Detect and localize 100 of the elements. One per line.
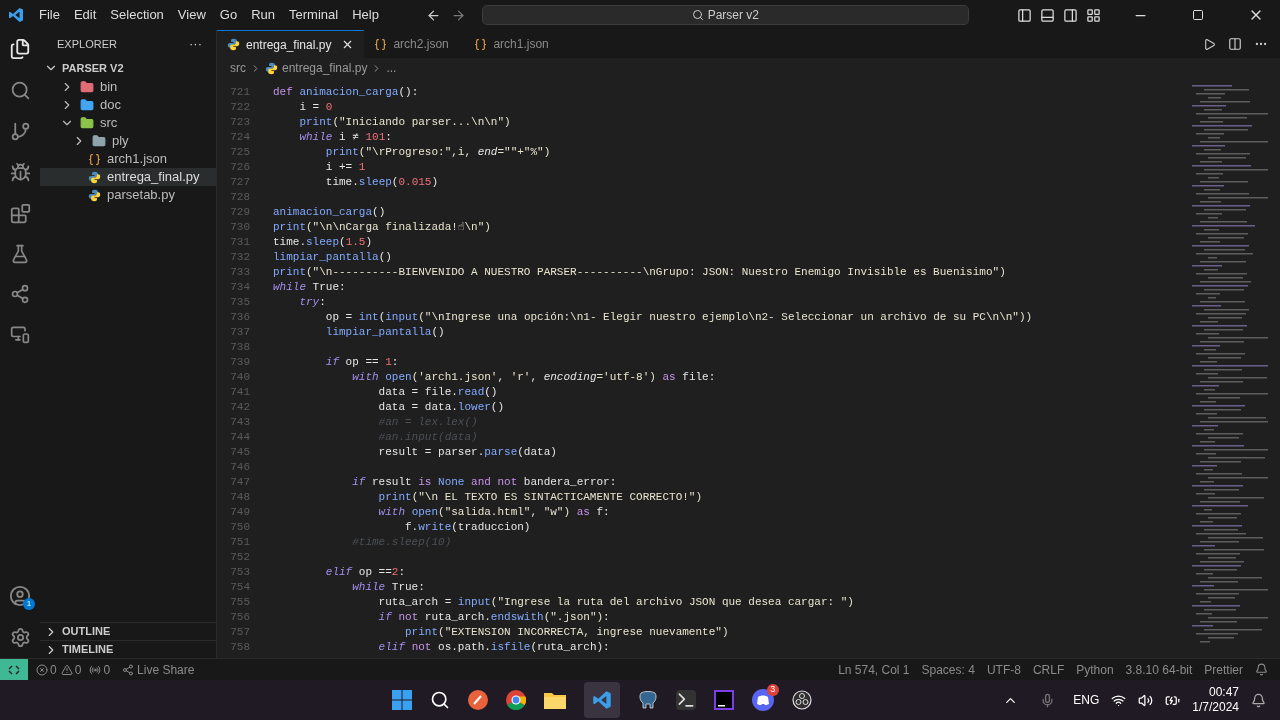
ports-count[interactable]: 0 (103, 660, 111, 679)
line-number: 723 (229, 115, 250, 130)
microphone-icon[interactable] (1040, 692, 1056, 708)
breadcrumb[interactable]: ... (386, 59, 397, 77)
status-item[interactable]: Prettier (1204, 660, 1243, 679)
tree-item[interactable]: parsetab.py (40, 186, 216, 204)
wifi-icon[interactable] (1111, 692, 1127, 708)
clock[interactable]: 00:47 1/7/2024 (1192, 685, 1239, 715)
panel-bottom-icon[interactable] (1040, 7, 1055, 23)
run-debug-icon[interactable] (9, 162, 31, 183)
source-control-icon[interactable] (9, 121, 31, 142)
vscode-logo-icon (8, 7, 24, 23)
command-search-field[interactable]: Parser v2 (481, 5, 969, 25)
line-number: 733 (229, 265, 250, 280)
live-share-icon[interactable] (122, 663, 135, 676)
extensions-icon[interactable] (9, 203, 31, 224)
menu-item[interactable]: Terminal (282, 5, 346, 25)
code-line: if result is None and not bandera_error: (351, 475, 617, 490)
ports-icon[interactable] (89, 663, 102, 676)
tree-item[interactable]: doc (40, 96, 216, 114)
error-count[interactable]: 0 (50, 660, 57, 679)
run-icon[interactable] (1203, 37, 1216, 51)
code-line: try: (298, 295, 326, 310)
bell-icon[interactable] (1251, 692, 1266, 708)
tree-item[interactable]: bin (40, 78, 216, 96)
code-line: print("Iniciando parser...\n\n") (298, 115, 511, 130)
menu-item[interactable]: Go (212, 5, 245, 25)
line-number: 735 (229, 295, 250, 310)
menu-item[interactable]: Selection (103, 5, 171, 25)
elephant-icon[interactable] (637, 690, 658, 710)
status-item[interactable]: 3.8.10 64-bit (1125, 660, 1193, 679)
code-line: print("\n EL TEXTO ES SINTACTICAMENTE CORRECTO!") (377, 490, 703, 505)
back-icon[interactable] (425, 7, 441, 23)
search-icon (691, 9, 704, 21)
recorder-icon[interactable] (791, 690, 812, 710)
split-editor-icon[interactable] (1228, 37, 1242, 51)
menu-item[interactable]: Edit (66, 5, 104, 25)
volume-icon[interactable] (1138, 692, 1154, 708)
account-icon[interactable] (9, 585, 31, 607)
line-number: 748 (229, 490, 250, 505)
explorer-icon[interactable] (9, 38, 31, 60)
line-number: 754 (229, 580, 250, 595)
braces-icon (374, 37, 388, 51)
tree-item[interactable]: ply (40, 132, 216, 150)
line-number: 750 (229, 520, 250, 535)
language-indicator[interactable]: ENG (1073, 691, 1100, 709)
menu-item[interactable]: View (170, 5, 213, 25)
more-actions-button[interactable]: ··· (189, 34, 202, 54)
vscode-logo-icon (591, 690, 612, 710)
search-icon[interactable] (429, 690, 450, 710)
code-line: time.sleep(1.5) (273, 235, 373, 250)
chrome-icon[interactable] (505, 690, 526, 710)
status-item[interactable]: Spaces: 4 (921, 660, 975, 679)
panel-left-icon[interactable] (1017, 7, 1032, 23)
tree-item[interactable]: entrega_final.py (40, 168, 216, 186)
ide-icon[interactable] (713, 690, 734, 710)
bell-icon[interactable] (1255, 663, 1268, 676)
folder-icon[interactable] (543, 691, 566, 709)
python-icon (265, 61, 278, 75)
tree-item[interactable]: arch1.json (40, 150, 216, 168)
code-line: op = int(input("\nIngrese una opción:\n1- Elegir nuestro ejemplo\n2- Seleccionar un archivo de su PC\n\n")) (324, 310, 1033, 325)
status-item[interactable]: UTF-8 (986, 660, 1021, 679)
maximize-icon[interactable] (1192, 9, 1204, 21)
breadcrumb[interactable]: entrega_final.py (282, 59, 368, 77)
live-share-icon[interactable] (10, 284, 30, 304)
status-item[interactable]: CRLF (1032, 660, 1065, 679)
forward-icon[interactable] (450, 7, 466, 23)
editor-tab[interactable]: arch2.json (364, 30, 465, 58)
line-number: 746 (229, 460, 250, 475)
status-item[interactable]: Python (1076, 660, 1114, 679)
warning-count[interactable]: 0 (74, 660, 82, 679)
line-number: 751 (229, 535, 250, 550)
breadcrumb[interactable]: src (230, 59, 246, 77)
code-line: print("\n----------BIENVENIDO A NUESTRO PARSER----------\nGrupo: JSON: Nuestro Enemigo Invisible es Buenisimo") (273, 265, 1006, 280)
editor-tab[interactable]: arch1.json (464, 30, 565, 58)
layout-icon[interactable] (1086, 7, 1101, 23)
flask-icon[interactable] (10, 244, 30, 264)
pencil-app-icon[interactable] (467, 690, 488, 710)
menu-item[interactable]: Run (244, 5, 282, 25)
line-number: 752 (229, 550, 250, 565)
remote-button[interactable] (0, 659, 28, 680)
line-number: 743 (229, 415, 250, 430)
windows-start-icon[interactable] (391, 690, 412, 710)
status-item[interactable]: Ln 574, Col 1 (838, 660, 910, 679)
menu-item[interactable]: File (32, 5, 67, 25)
vscode-taskbar-button[interactable] (583, 682, 620, 718)
section-header[interactable]: OUTLINE (40, 622, 216, 640)
python-icon (88, 188, 101, 202)
panel-right-icon[interactable] (1063, 7, 1078, 23)
tree-item[interactable]: PARSER V2 (40, 58, 216, 78)
line-number: 756 (229, 610, 250, 625)
tree-item[interactable]: src (40, 114, 216, 132)
editor-tab[interactable]: entrega_final.py (217, 30, 365, 58)
terminal-icon[interactable] (675, 690, 696, 710)
live-share-link[interactable]: Live Share (137, 660, 195, 679)
menu-item[interactable]: Help (345, 5, 386, 25)
settings-icon[interactable] (9, 627, 31, 648)
remote-explorer-icon[interactable] (10, 324, 30, 344)
error-icon[interactable] (36, 663, 48, 676)
warning-icon[interactable] (60, 663, 73, 676)
